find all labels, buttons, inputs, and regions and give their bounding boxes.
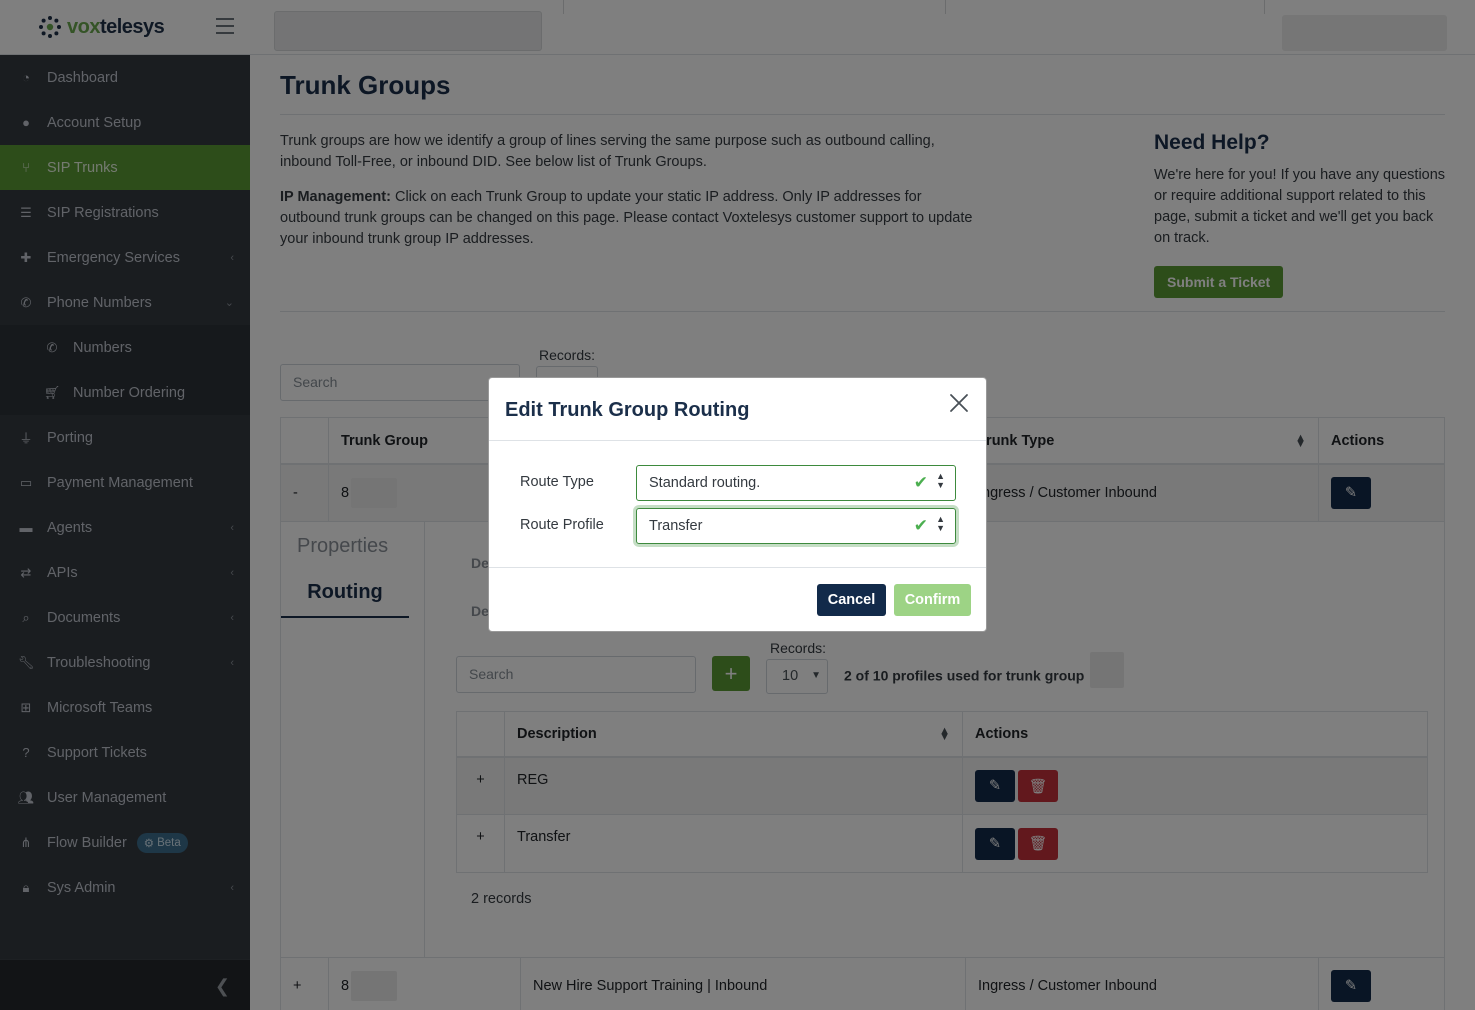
modal-body: Route Type Standard routing. ✔ ▲ ▼ Route … <box>489 441 986 568</box>
checkmark-icon: ✔ <box>913 516 928 535</box>
route-profile-label: Route Profile <box>520 517 604 533</box>
checkmark-icon: ✔ <box>913 473 928 492</box>
modal-header: Edit Trunk Group Routing <box>489 378 986 441</box>
select-caret-icon: ▲ ▼ <box>936 471 945 490</box>
select-caret-icon: ▲ ▼ <box>936 514 945 533</box>
confirm-button[interactable]: Confirm <box>894 584 971 616</box>
cancel-button[interactable]: Cancel <box>817 584 886 616</box>
modal-title: Edit Trunk Group Routing <box>505 399 750 421</box>
close-icon[interactable] <box>948 392 970 414</box>
route-type-label: Route Type <box>520 474 594 490</box>
route-profile-select[interactable]: Transfer ✔ ▲ ▼ <box>636 508 956 544</box>
edit-routing-modal: Edit Trunk Group Routing Route Type Stan… <box>488 377 987 632</box>
modal-footer: Cancel Confirm <box>489 568 986 632</box>
route-type-select[interactable]: Standard routing. ✔ ▲ ▼ <box>636 465 956 501</box>
